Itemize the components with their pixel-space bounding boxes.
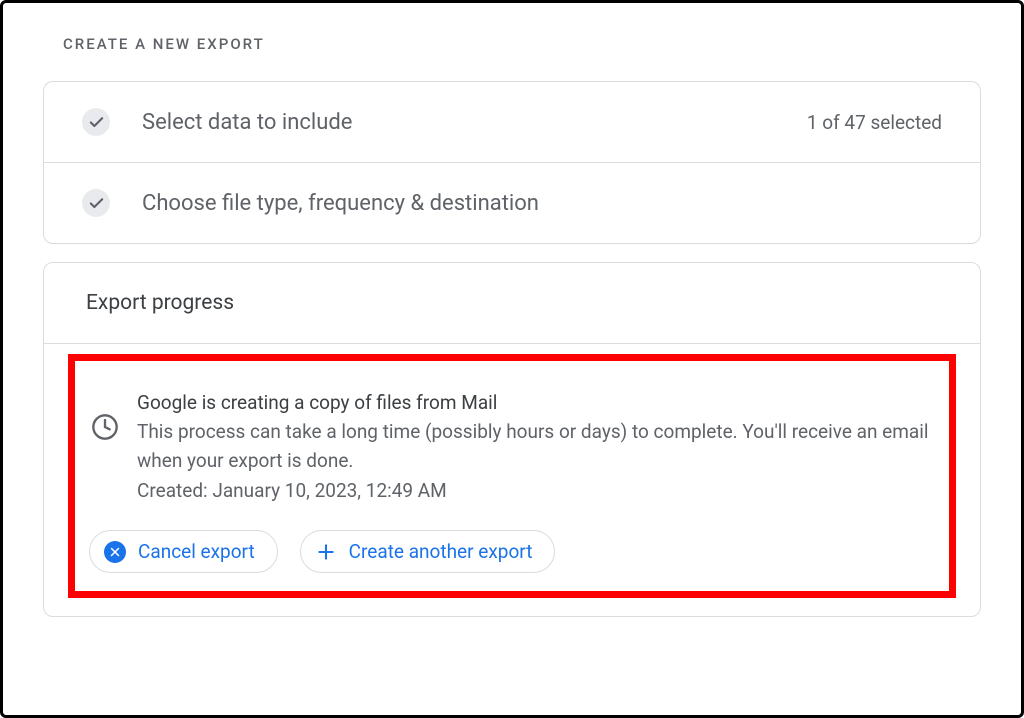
status-text: Google is creating a copy of files from … [137,391,933,502]
button-row: Cancel export Create another export [85,530,939,573]
steps-card: Select data to include 1 of 47 selected … [43,81,981,244]
progress-header: Export progress [44,263,980,344]
progress-card: Export progress Google is creating a cop… [43,262,981,617]
check-icon [82,189,110,217]
step-file-type[interactable]: Choose file type, frequency & destinatio… [44,162,980,243]
cancel-export-label: Cancel export [138,540,255,563]
step-title: Choose file type, frequency & destinatio… [142,191,942,216]
step-meta: 1 of 47 selected [807,111,942,134]
page-heading: CREATE A NEW EXPORT [63,35,1003,53]
status-description: This process can take a long time (possi… [137,418,933,475]
check-icon [82,108,110,136]
create-another-label: Create another export [349,540,533,563]
plus-icon [315,541,337,563]
step-select-data[interactable]: Select data to include 1 of 47 selected [44,82,980,162]
step-title: Select data to include [142,110,775,135]
create-another-export-button[interactable]: Create another export [300,530,556,573]
clock-icon [91,391,119,445]
cancel-export-button[interactable]: Cancel export [89,530,278,573]
annotation-highlight: Google is creating a copy of files from … [68,354,956,598]
cancel-icon [104,541,126,563]
export-status-row: Google is creating a copy of files from … [85,391,939,530]
status-created: Created: January 10, 2023, 12:49 AM [137,479,933,502]
status-title: Google is creating a copy of files from … [137,391,933,414]
